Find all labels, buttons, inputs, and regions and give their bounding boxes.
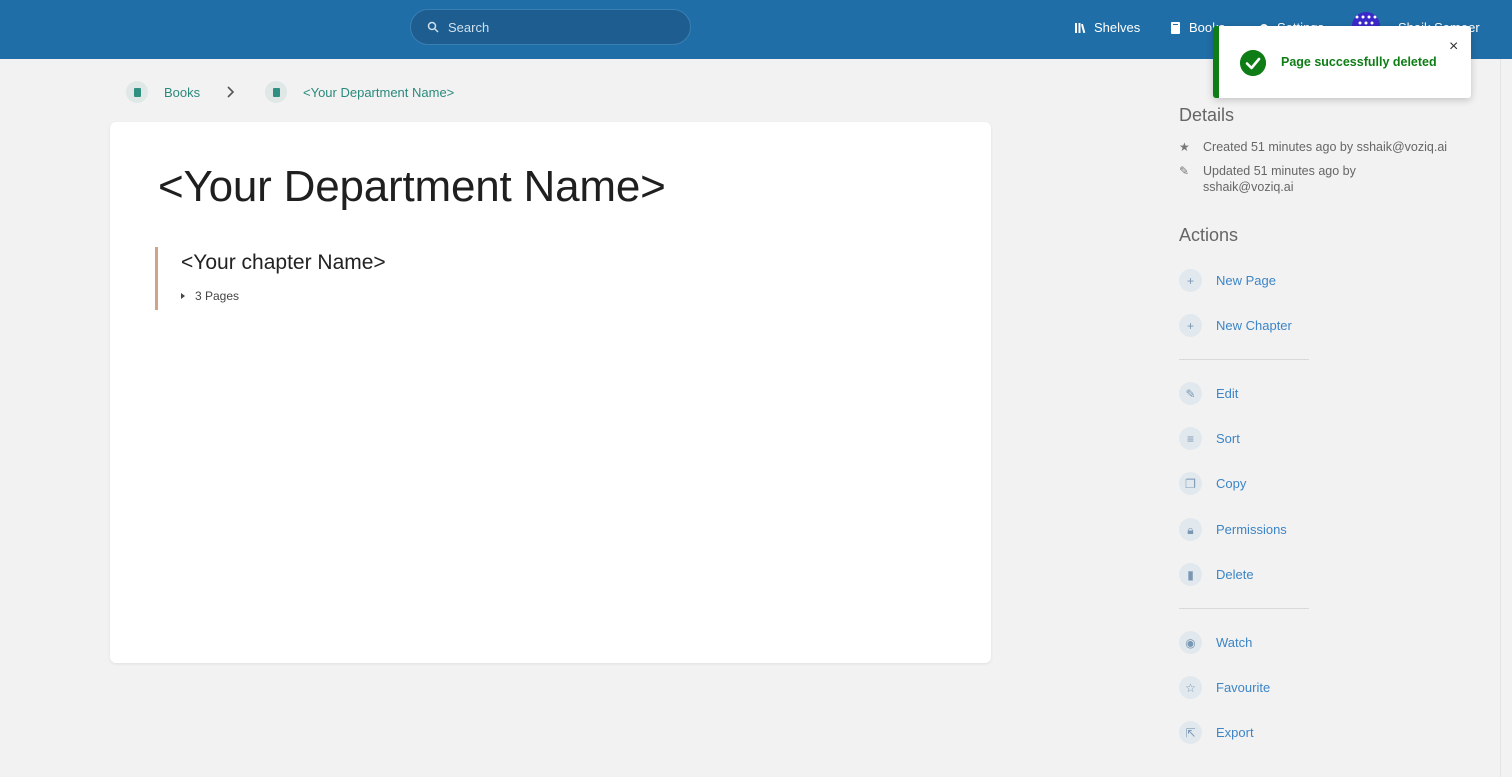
- created-text: Created 51 minutes ago by sshaik@voziq.a…: [1203, 140, 1448, 154]
- chapter-pages-count: 3 Pages: [195, 289, 240, 303]
- edit-label: Edit: [1216, 386, 1239, 401]
- book-icon: [265, 81, 287, 103]
- updated-text: Updated 51 minutes ago by sshaik@voziq.a…: [1203, 164, 1356, 194]
- breadcrumb-current-label[interactable]: <Your Department Name>: [303, 85, 454, 100]
- export-icon: ⇱: [1179, 721, 1202, 744]
- chapter-name[interactable]: <Your chapter Name>: [181, 251, 386, 275]
- details-heading: Details: [1179, 105, 1235, 125]
- chapter-item[interactable]: <Your chapter Name> 3 Pages: [155, 247, 855, 310]
- trash-icon: ▮: [1179, 563, 1202, 586]
- sort-icon: ≡: [1179, 427, 1202, 450]
- close-icon[interactable]: ×: [1449, 38, 1458, 56]
- success-toast: Page successfully deleted ×: [1213, 26, 1471, 98]
- books-icon: [1171, 21, 1180, 34]
- watch-label: Watch: [1216, 635, 1253, 650]
- book-content-card: <Your Department Name> <Your chapter Nam…: [110, 122, 991, 663]
- check-circle-icon: [1240, 50, 1266, 76]
- breadcrumb-current[interactable]: <Your Department Name>: [265, 81, 454, 103]
- export-label: Export: [1216, 725, 1254, 740]
- scrollbar[interactable]: [1500, 59, 1512, 777]
- copy-icon: ❐: [1179, 472, 1202, 495]
- actions-heading: Actions: [1179, 225, 1239, 245]
- watch-action[interactable]: ◉ Watch: [1179, 631, 1252, 654]
- pencil-icon: ✎: [1179, 382, 1202, 405]
- divider: [1179, 359, 1309, 360]
- updated-info: ✎ Updated 51 minutes ago by sshaik@voziq…: [1179, 163, 1389, 195]
- search-input[interactable]: Search: [448, 20, 489, 35]
- copy-label: Copy: [1216, 476, 1247, 491]
- breadcrumb-books-label[interactable]: Books: [164, 85, 200, 100]
- plus-icon: +: [1179, 269, 1202, 292]
- lock-icon: 🔒︎: [1179, 518, 1202, 541]
- new-chapter-label: New Chapter: [1216, 318, 1292, 333]
- search-box[interactable]: Search: [410, 9, 691, 45]
- page-title: <Your Department Name>: [158, 162, 666, 211]
- new-chapter-action[interactable]: + New Chapter: [1179, 314, 1292, 337]
- plus-icon: +: [1179, 314, 1202, 337]
- permissions-label: Permissions: [1216, 522, 1287, 537]
- chapter-pages-toggle[interactable]: 3 Pages: [181, 289, 239, 303]
- sort-label: Sort: [1216, 431, 1240, 446]
- edit-action[interactable]: ✎ Edit: [1179, 382, 1238, 405]
- nav-shelves[interactable]: Shelves: [1075, 20, 1140, 35]
- new-page-label: New Page: [1216, 273, 1276, 288]
- chevron-right-icon: [227, 86, 235, 98]
- caret-right-icon: [181, 293, 185, 299]
- divider: [1179, 608, 1309, 609]
- new-page-action[interactable]: + New Page: [1179, 269, 1276, 292]
- created-info: ★ Created 51 minutes ago by sshaik@voziq…: [1179, 139, 1469, 155]
- search-icon: [427, 21, 439, 33]
- favourite-label: Favourite: [1216, 680, 1271, 695]
- star-outline-icon: ☆: [1179, 676, 1202, 699]
- nav-shelves-label: Shelves: [1094, 20, 1141, 35]
- breadcrumb-books[interactable]: Books: [126, 81, 200, 103]
- export-action[interactable]: ⇱ Export: [1179, 721, 1254, 744]
- book-icon: [126, 81, 148, 103]
- sort-action[interactable]: ≡ Sort: [1179, 427, 1240, 450]
- toast-message: Page successfully deleted: [1281, 55, 1437, 69]
- delete-action[interactable]: ▮ Delete: [1179, 563, 1254, 586]
- delete-label: Delete: [1216, 567, 1254, 582]
- copy-action[interactable]: ❐ Copy: [1179, 472, 1246, 495]
- eye-icon: ◉: [1179, 631, 1202, 654]
- shelves-icon: [1075, 22, 1086, 33]
- pencil-icon: ✎: [1179, 164, 1190, 178]
- favourite-action[interactable]: ☆ Favourite: [1179, 676, 1270, 699]
- star-icon: ★: [1179, 140, 1190, 154]
- permissions-action[interactable]: 🔒︎ Permissions: [1179, 518, 1287, 541]
